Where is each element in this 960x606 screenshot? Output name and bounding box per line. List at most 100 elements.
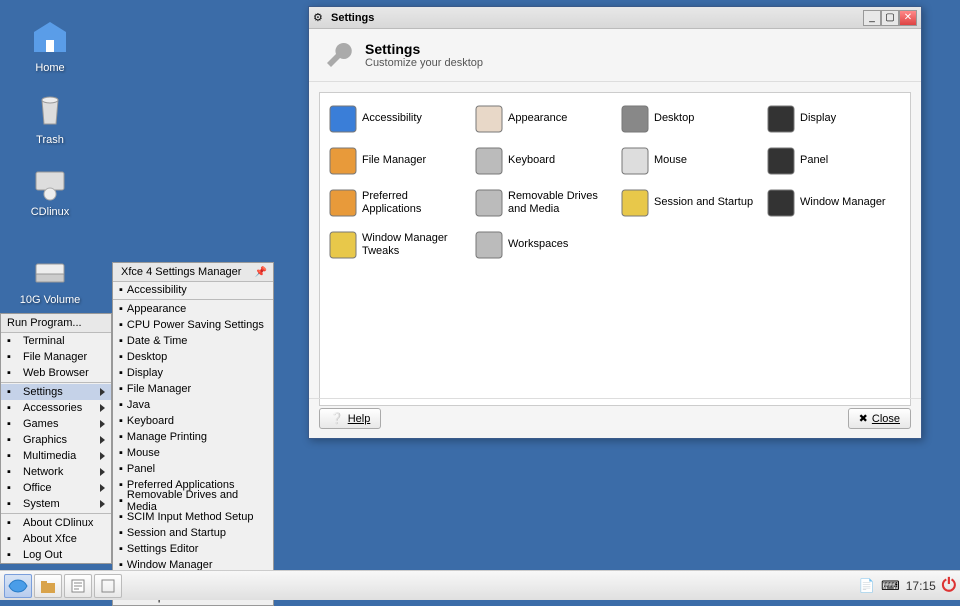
page-subtitle: Customize your desktop (365, 57, 483, 69)
submenu-item-settings-editor[interactable]: ▪Settings Editor (113, 541, 273, 557)
application-menu: Run Program... ▪Terminal▪File Manager▪We… (0, 313, 112, 564)
setting-icon: ▪ (119, 383, 123, 395)
setting-icon: ▪ (119, 351, 123, 363)
app-icon: ▪ (7, 351, 19, 363)
submenu-item-scim-input-method-setup[interactable]: ▪SCIM Input Method Setup (113, 509, 273, 525)
taskbar-launcher-2[interactable] (64, 574, 92, 598)
submenu-item-keyboard[interactable]: ▪Keyboard (113, 413, 273, 429)
app-icon: ▪ (7, 498, 19, 510)
chevron-right-icon (100, 484, 105, 492)
desktop-icon-cdlinux[interactable]: CDlinux (10, 162, 90, 218)
app-icon: ▪ (7, 517, 19, 529)
close-button[interactable]: ✕ (899, 10, 917, 26)
submenu-item-manage-printing[interactable]: ▪Manage Printing (113, 429, 273, 445)
menu-separator (1, 513, 111, 514)
home-folder-icon (30, 18, 70, 58)
submenu-item-mouse[interactable]: ▪Mouse (113, 445, 273, 461)
setting-icon (620, 146, 650, 176)
menu-item-log-out[interactable]: ▪Log Out (1, 547, 111, 563)
submenu-item-java[interactable]: ▪Java (113, 397, 273, 413)
desktop-icon-volume[interactable]: 10G Volume (10, 250, 90, 306)
submenu-title[interactable]: Xfce 4 Settings Manager 📌 (113, 263, 273, 282)
setting-icon: ▪ (119, 495, 123, 507)
maximize-button[interactable]: ▢ (881, 10, 899, 26)
setting-icon: ▪ (119, 479, 123, 491)
app-icon: ▪ (7, 418, 19, 430)
menu-item-web-browser[interactable]: ▪Web Browser (1, 365, 111, 381)
menu-item-office[interactable]: ▪Office (1, 480, 111, 496)
setting-display[interactable]: Display (762, 101, 906, 137)
submenu-item-desktop[interactable]: ▪Desktop (113, 349, 273, 365)
submenu-item-accessibility[interactable]: ▪Accessibility (113, 282, 273, 298)
submenu-item-display[interactable]: ▪Display (113, 365, 273, 381)
settings-submenu: Xfce 4 Settings Manager 📌 ▪Accessibility… (112, 262, 274, 606)
app-icon: ▪ (7, 335, 19, 347)
setting-icon: ▪ (119, 447, 123, 459)
setting-icon: ▪ (119, 319, 123, 331)
setting-preferred-applications[interactable]: Preferred Applications (324, 185, 468, 221)
setting-removable-drives-and-media[interactable]: Removable Drives and Media (470, 185, 614, 221)
setting-accessibility[interactable]: Accessibility (324, 101, 468, 137)
chevron-right-icon (100, 420, 105, 428)
menu-item-network[interactable]: ▪Network (1, 464, 111, 480)
menu-item-graphics[interactable]: ▪Graphics (1, 432, 111, 448)
setting-workspaces[interactable]: Workspaces (470, 227, 614, 263)
setting-panel[interactable]: Panel (762, 143, 906, 179)
setting-icon (766, 146, 796, 176)
taskbar-launcher-1[interactable] (34, 574, 62, 598)
menu-item-system[interactable]: ▪System (1, 496, 111, 512)
taskbar-launcher-3[interactable] (94, 574, 122, 598)
desktop-icon-trash[interactable]: Trash (10, 90, 90, 146)
menu-item-games[interactable]: ▪Games (1, 416, 111, 432)
tray-icon-2[interactable]: ⌨ (881, 578, 900, 594)
submenu-item-date-time[interactable]: ▪Date & Time (113, 333, 273, 349)
setting-icon (328, 146, 358, 176)
menu-item-accessories[interactable]: ▪Accessories (1, 400, 111, 416)
submenu-item-panel[interactable]: ▪Panel (113, 461, 273, 477)
app-icon: ▪ (7, 450, 19, 462)
setting-icon: ▪ (119, 527, 123, 539)
setting-mouse[interactable]: Mouse (616, 143, 760, 179)
power-button-icon[interactable]: ⏻ (942, 575, 956, 596)
setting-icon: ▪ (119, 399, 123, 411)
submenu-item-appearance[interactable]: ▪Appearance (113, 301, 273, 317)
tray-icon-1[interactable]: 📄 (859, 578, 875, 594)
trash-icon (30, 90, 70, 130)
minimize-button[interactable]: _ (863, 10, 881, 26)
app-icon: ▪ (7, 434, 19, 446)
setting-icon (766, 188, 796, 218)
menu-item-terminal[interactable]: ▪Terminal (1, 333, 111, 349)
setting-window-manager-tweaks[interactable]: Window Manager Tweaks (324, 227, 468, 263)
setting-appearance[interactable]: Appearance (470, 101, 614, 137)
submenu-item-file-manager[interactable]: ▪File Manager (113, 381, 273, 397)
menu-item-run-program[interactable]: Run Program... (1, 314, 111, 333)
setting-icon (328, 230, 358, 260)
menu-item-about-xfce[interactable]: ▪About Xfce (1, 531, 111, 547)
menu-item-settings[interactable]: ▪Settings (1, 384, 111, 400)
page-title: Settings (365, 41, 483, 57)
titlebar[interactable]: ⚙ Settings _ ▢ ✕ (309, 7, 921, 29)
menu-item-multimedia[interactable]: ▪Multimedia (1, 448, 111, 464)
app-icon: ▪ (7, 533, 19, 545)
help-button[interactable]: ❔ Help (319, 408, 381, 429)
setting-icon: ▪ (119, 367, 123, 379)
setting-window-manager[interactable]: Window Manager (762, 185, 906, 221)
chevron-right-icon (100, 500, 105, 508)
chevron-right-icon (100, 452, 105, 460)
desktop-icon-home[interactable]: Home (10, 18, 90, 74)
start-button[interactable] (4, 574, 32, 598)
menu-item-about-cdlinux[interactable]: ▪About CDlinux (1, 515, 111, 531)
menu-item-file-manager[interactable]: ▪File Manager (1, 349, 111, 365)
submenu-item-session-and-startup[interactable]: ▪Session and Startup (113, 525, 273, 541)
setting-icon (474, 188, 504, 218)
setting-icon (328, 104, 358, 134)
setting-keyboard[interactable]: Keyboard (470, 143, 614, 179)
setting-session-and-startup[interactable]: Session and Startup (616, 185, 760, 221)
setting-desktop[interactable]: Desktop (616, 101, 760, 137)
submenu-item-removable-drives-and-media[interactable]: ▪Removable Drives and Media (113, 493, 273, 509)
clock[interactable]: 17:15 (906, 579, 936, 593)
setting-file-manager[interactable]: File Manager (324, 143, 468, 179)
setting-icon (474, 146, 504, 176)
close-button-footer[interactable]: ✖ Close (848, 408, 911, 429)
submenu-item-cpu-power-saving-settings[interactable]: ▪CPU Power Saving Settings (113, 317, 273, 333)
